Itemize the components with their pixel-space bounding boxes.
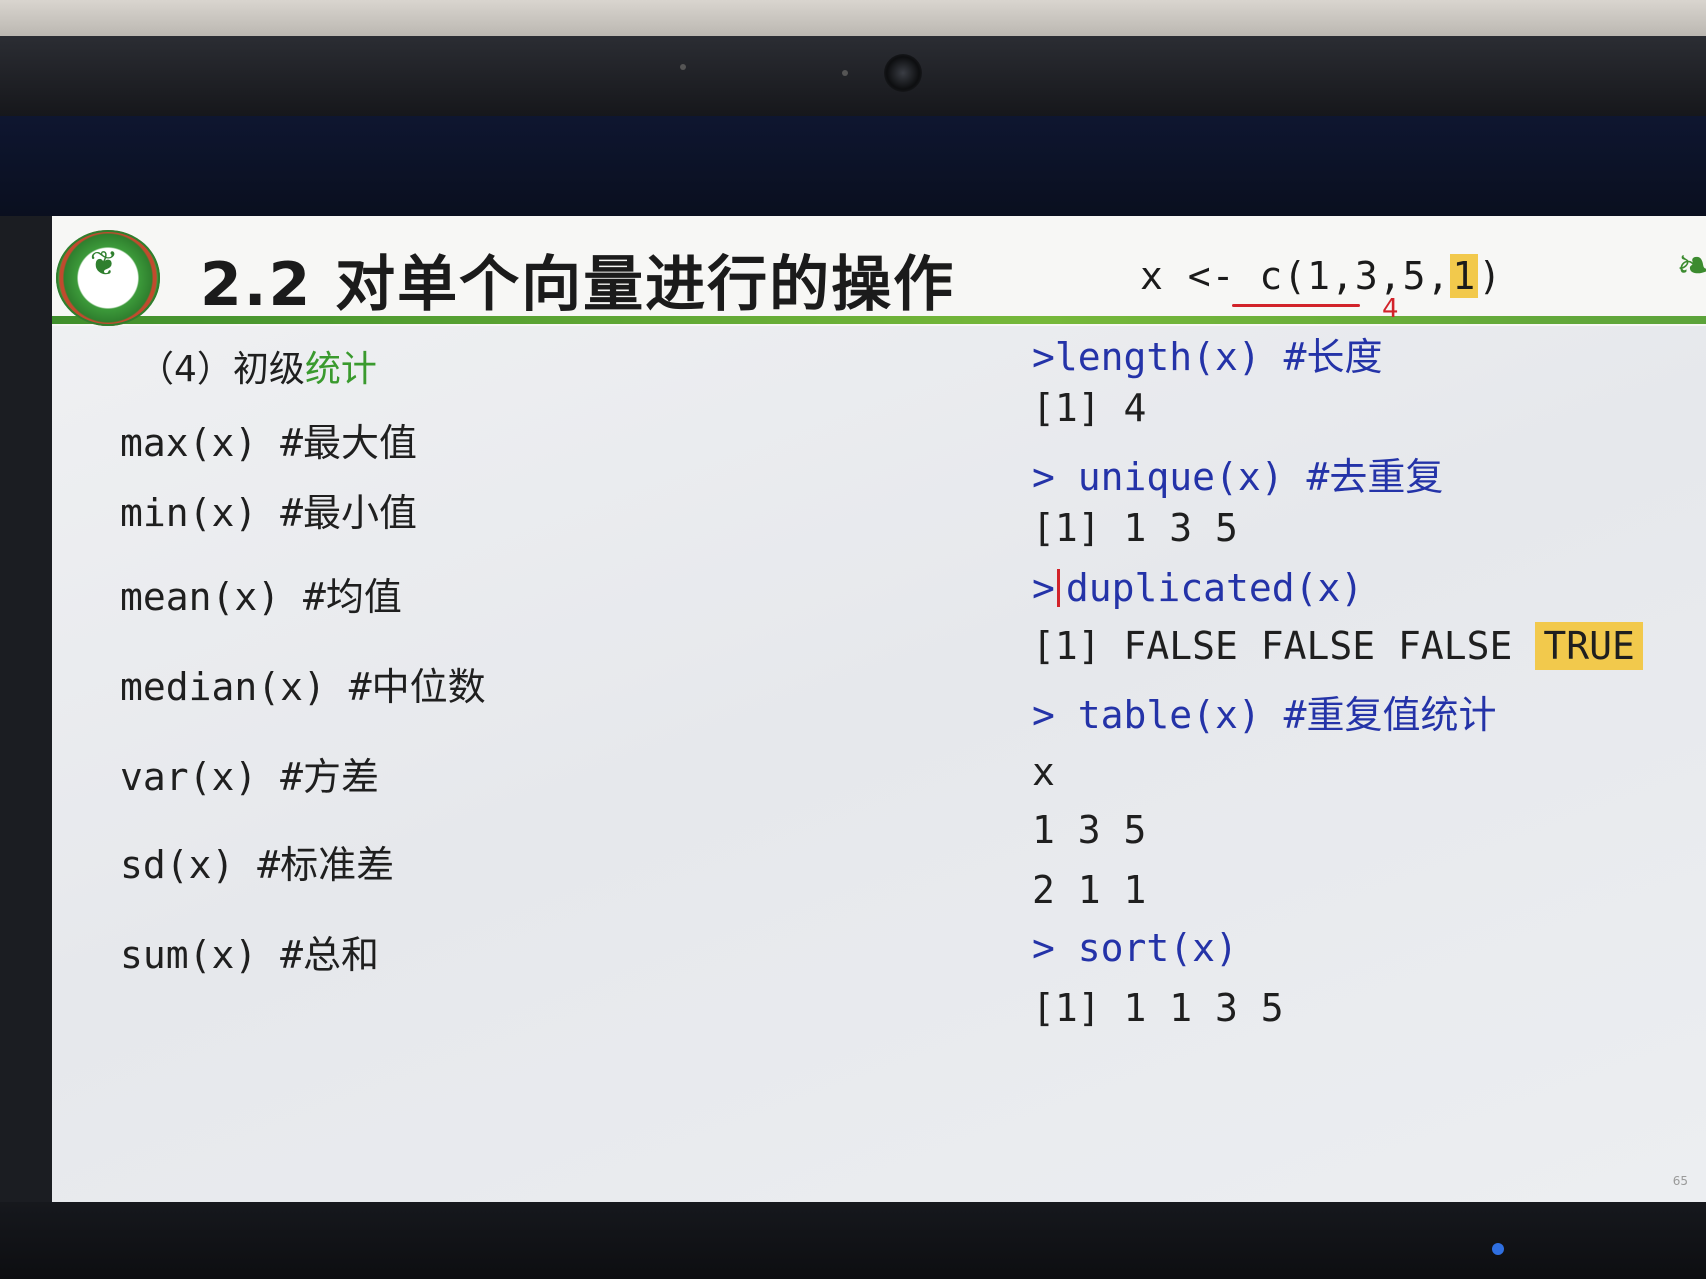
console-command: >length(x) #长度 xyxy=(1032,335,1383,379)
function-item: sd(x) #标准差 xyxy=(120,843,395,887)
vector-def-prefix: x <- c(1,3,5, xyxy=(1140,254,1451,298)
red-underline-annotation xyxy=(1232,304,1360,307)
console-output-text: [1] FALSE FALSE FALSE xyxy=(1032,624,1536,668)
leaf-decoration-icon: ❧ xyxy=(1676,238,1706,292)
red-handwritten-annotation: 4 xyxy=(1382,294,1399,324)
true-highlight: TRUE xyxy=(1535,622,1643,670)
monitor-bottom-bezel xyxy=(0,1202,1706,1279)
console-output: [1] 1 1 3 5 xyxy=(1032,986,1284,1030)
presentation-slide: ❦ ❧ 2.2 对单个向量进行的操作 x <- c(1,3,5,1) 4 （4）… xyxy=(52,216,1706,1202)
console-command-duplicated: > duplicated(x) xyxy=(1032,566,1363,610)
monitor-bezel xyxy=(0,36,1706,116)
console-command-text: duplicated(x) xyxy=(1065,566,1364,610)
function-item: var(x) #方差 xyxy=(120,755,380,799)
function-item: sum(x) #总和 xyxy=(120,933,380,977)
vector-def-highlight: 1 xyxy=(1450,254,1479,298)
wall-background xyxy=(0,0,1706,40)
red-cursor-annotation xyxy=(1056,569,1060,607)
console-prompt: > xyxy=(1032,566,1055,610)
section-heading-prefix: （4）初级 xyxy=(138,349,305,390)
power-indicator-icon xyxy=(1492,1243,1504,1255)
console-output-duplicated: [1] FALSE FALSE FALSE TRUE xyxy=(1032,622,1643,670)
bezel-sensor-dot-2 xyxy=(842,70,848,76)
console-output: x xyxy=(1032,750,1055,794)
vector-definition: x <- c(1,3,5,1) xyxy=(1140,254,1502,298)
console-output: 1 3 5 xyxy=(1032,808,1147,852)
console-command: > table(x) #重复值统计 xyxy=(1032,693,1497,737)
browser-toolbar xyxy=(0,116,1706,216)
webcam-icon xyxy=(884,54,922,92)
section-heading-green: 统计 xyxy=(304,349,377,390)
bezel-sensor-dot xyxy=(680,64,686,70)
console-command: > unique(x) #去重复 xyxy=(1032,455,1444,499)
console-output: [1] 4 xyxy=(1032,386,1147,430)
console-output: 2 1 1 xyxy=(1032,868,1147,912)
console-output: [1] 1 3 5 xyxy=(1032,506,1238,550)
vector-def-suffix: ) xyxy=(1478,254,1503,298)
section-heading: （4）初级统计 xyxy=(138,340,377,392)
console-command: > sort(x) xyxy=(1032,926,1238,970)
function-item: median(x) #中位数 xyxy=(120,665,486,709)
slide-title: 2.2 对单个向量进行的操作 xyxy=(200,250,956,320)
tree-icon: ❦ xyxy=(89,244,119,284)
function-item: mean(x) #均值 xyxy=(120,575,402,619)
function-item: min(x) #最小值 xyxy=(120,491,418,535)
function-item: max(x) #最大值 xyxy=(120,421,418,465)
slide-page-number: 65 xyxy=(1672,1174,1688,1188)
